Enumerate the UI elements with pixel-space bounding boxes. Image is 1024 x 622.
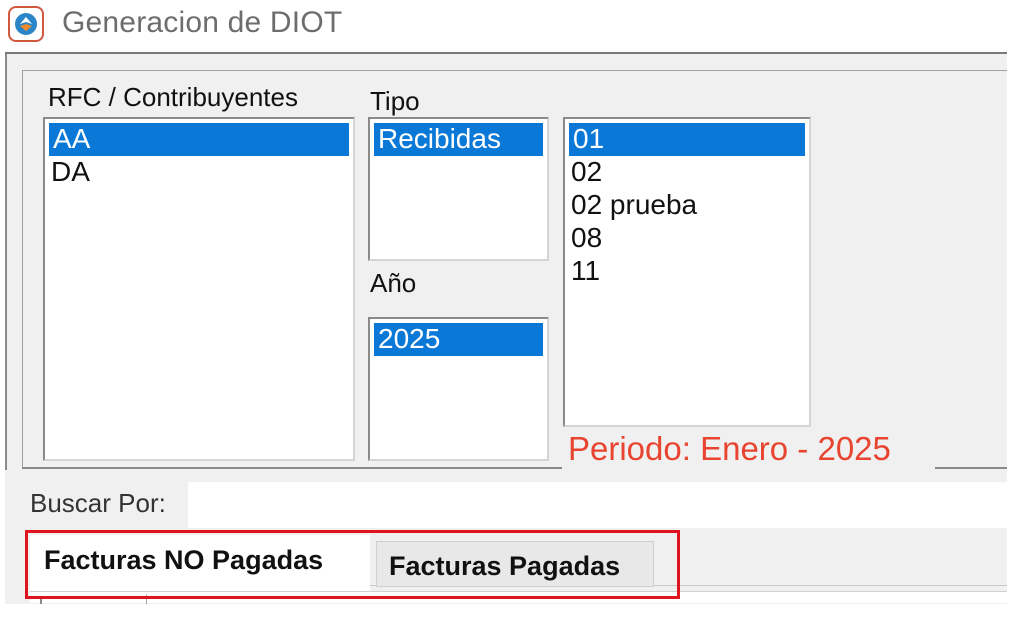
mes-list-item[interactable]: 11	[565, 255, 809, 288]
app-logo-icon	[8, 6, 44, 42]
tab-content	[30, 591, 1007, 603]
window-title: Generacion de DIOT	[62, 6, 343, 39]
anio-list-item[interactable]: 2025	[374, 323, 543, 356]
mes-list-item[interactable]: 02 prueba	[565, 189, 809, 222]
tipo-list-item[interactable]: Recibidas	[374, 123, 543, 156]
search-input[interactable]	[188, 482, 1007, 528]
rfc-label: RFC / Contribuyentes	[48, 82, 298, 112]
mes-list-item[interactable]: 08	[565, 222, 809, 255]
search-label: Buscar Por:	[30, 488, 166, 518]
tab-facturas-no-pagadas[interactable]: Facturas NO Pagadas	[30, 535, 370, 591]
rfc-list-item[interactable]: DA	[45, 156, 353, 189]
group-bottom-border	[22, 467, 562, 469]
group-bottom-border-right	[935, 467, 1007, 469]
rfc-list-item[interactable]: AA	[49, 123, 349, 156]
rfc-listbox[interactable]: AA DA	[43, 117, 355, 461]
tipo-label: Tipo	[370, 86, 420, 116]
anio-label: Año	[370, 268, 417, 298]
bottom-margin	[0, 604, 1024, 622]
mes-list-item[interactable]: 01	[569, 123, 805, 156]
periodo-text: Periodo: Enero - 2025	[568, 430, 891, 467]
tab-facturas-pagadas[interactable]: Facturas Pagadas	[376, 541, 654, 587]
right-margin	[1007, 0, 1024, 622]
title-bar: Generacion de DIOT	[0, 0, 1007, 50]
anio-listbox[interactable]: 2025	[368, 317, 549, 461]
tipo-listbox[interactable]: Recibidas	[368, 117, 549, 261]
mes-list-item[interactable]: 02	[565, 156, 809, 189]
diot-window: Generacion de DIOT RFC / Contribuyentes …	[0, 0, 1024, 622]
mes-listbox[interactable]: 01 02 02 prueba 08 11	[563, 117, 811, 427]
